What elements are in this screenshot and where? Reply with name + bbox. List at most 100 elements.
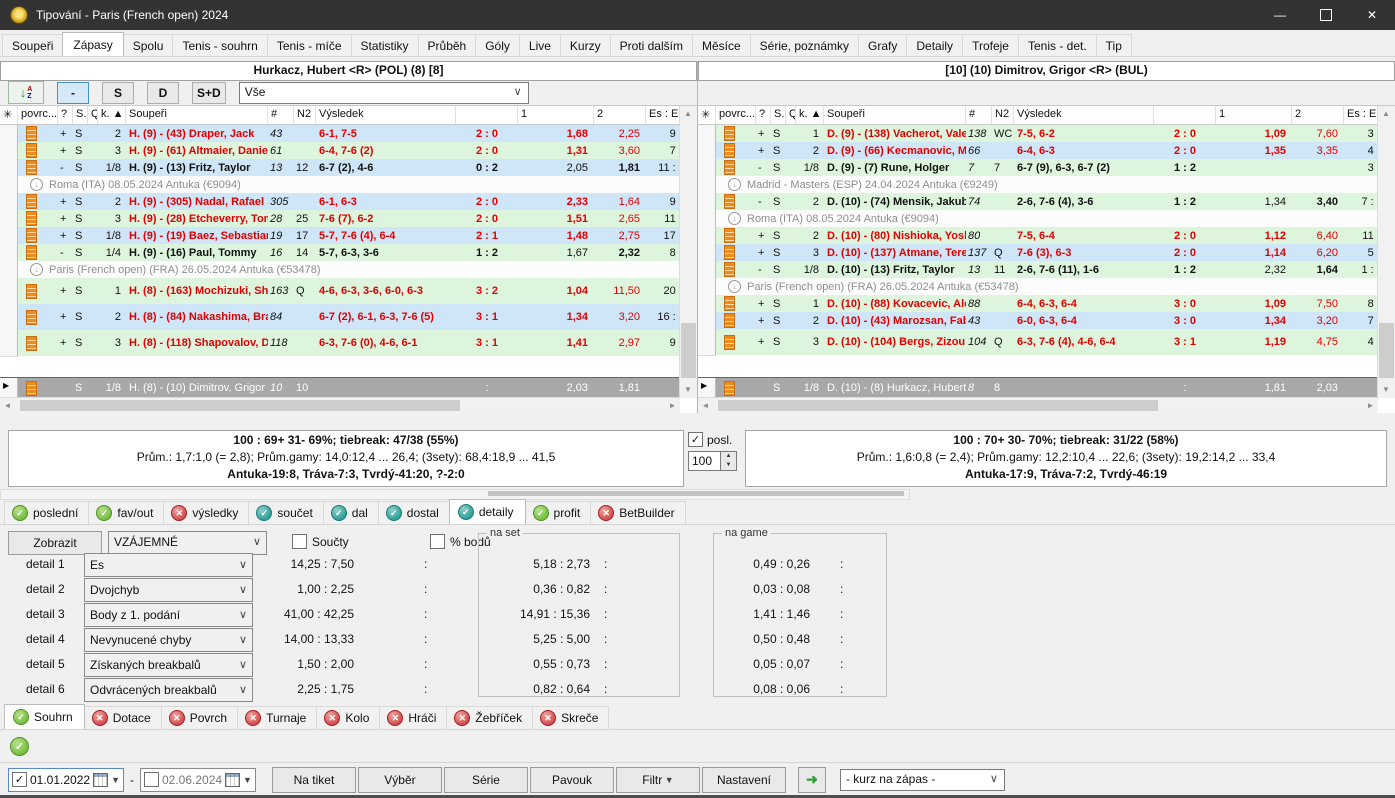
tab-betbuilder[interactable]: ✕BetBuilder: [590, 501, 685, 524]
tab-tenis-souhrn[interactable]: Tenis - souhrn: [172, 34, 267, 56]
sort-az-button[interactable]: ↓ AZ: [8, 81, 44, 104]
column-header-n2[interactable]: N2: [294, 106, 316, 124]
column-header-[interactable]: ✳: [0, 106, 18, 124]
tab-v-sledky[interactable]: ✕výsledky: [163, 501, 249, 524]
tournament-group-row[interactable]: ↓Paris (French open) (FRA) 26.05.2024 An…: [698, 278, 1378, 295]
collapse-group-icon[interactable]: ↓: [728, 178, 741, 191]
tab-skre-e[interactable]: ✕Skreče: [532, 706, 609, 729]
column-header-s[interactable]: S.: [73, 106, 88, 124]
tab-dal[interactable]: ✓dal: [323, 501, 379, 524]
right-h-scroll-thumb[interactable]: [718, 400, 1158, 411]
column-header-q[interactable]: Q: [786, 106, 796, 124]
tab-povrch[interactable]: ✕Povrch: [161, 706, 238, 729]
show-button[interactable]: Zobrazit: [8, 531, 102, 555]
left-v-scrollbar[interactable]: ▲ ▼: [679, 106, 697, 398]
tab-fav-out[interactable]: ✓fav/out: [88, 501, 164, 524]
recent-count-value[interactable]: 100: [688, 451, 721, 471]
sums-checkbox[interactable]: [292, 534, 307, 549]
column-header-[interactable]: ✳: [698, 106, 716, 124]
match-row[interactable]: +S1D. (9) - (138) Vacherot, Valentin138W…: [698, 125, 1378, 142]
tab-dotace[interactable]: ✕Dotace: [84, 706, 162, 729]
right-h-scrollbar[interactable]: ◄ ►: [698, 397, 1378, 413]
tab-sou-et[interactable]: ✓součet: [248, 501, 323, 524]
close-button[interactable]: ✕: [1349, 0, 1395, 30]
tab-tip[interactable]: Tip: [1096, 34, 1132, 56]
tab-statistiky[interactable]: Statistiky: [351, 34, 419, 56]
column-header-2[interactable]: 2: [1292, 106, 1344, 124]
match-row[interactable]: +S1D. (10) - (88) Kovacevic, Aleksandar8…: [698, 295, 1378, 312]
scroll-left-icon[interactable]: ◄: [0, 398, 15, 413]
odds-type-select[interactable]: - kurz na zápas - ∨: [840, 769, 1005, 791]
column-header-q[interactable]: Q: [88, 106, 98, 124]
na-tiket-button[interactable]: Na tiket: [272, 767, 356, 793]
tab-eb-ek[interactable]: ✕Žebříček: [446, 706, 533, 729]
column-header-blank[interactable]: [1154, 106, 1216, 124]
detail-metric-select[interactable]: Body z 1. podání∨: [84, 603, 253, 627]
segment-s-d[interactable]: S+D: [192, 82, 226, 104]
match-row[interactable]: +S2H. (9) - (305) Nadal, Rafael3056-1, 6…: [0, 193, 680, 210]
date-from-field[interactable]: ✓ 01.01.2022 ▼: [8, 768, 124, 792]
left-h-scrollbar[interactable]: ◄ ►: [0, 397, 680, 413]
left-v-scroll-thumb[interactable]: [681, 323, 696, 378]
maximize-button[interactable]: [1303, 0, 1349, 30]
right-v-scroll-thumb[interactable]: [1379, 323, 1394, 378]
column-header-[interactable]: ?: [58, 106, 73, 124]
send-to-ticket-button[interactable]: ➜: [798, 767, 826, 793]
pavouk-button[interactable]: Pavouk: [530, 767, 614, 793]
tournament-group-row[interactable]: ↓Madrid - Masters (ESP) 24.04.2024 Antuk…: [698, 176, 1378, 193]
detail-metric-select[interactable]: Získaných breakbalů∨: [84, 653, 253, 677]
tab-spolu[interactable]: Spolu: [123, 34, 174, 56]
match-row[interactable]: +S3D. (10) - (104) Bergs, Zizou104Q6-3, …: [698, 329, 1378, 355]
match-row[interactable]: +S3H. (8) - (118) Shapovalov, Denis1186-…: [0, 330, 680, 356]
v-b-r-button[interactable]: Výběr: [358, 767, 442, 793]
collapse-group-icon[interactable]: ↓: [30, 178, 43, 191]
detail-metric-select[interactable]: Es∨: [84, 553, 253, 577]
match-row[interactable]: -S1/8D. (10) - (13) Fritz, Taylor13112-6…: [698, 261, 1378, 278]
tab-grafy[interactable]: Grafy: [858, 34, 907, 56]
tab-detaily[interactable]: ✓detaily: [449, 499, 526, 524]
column-header-n2[interactable]: N2: [992, 106, 1014, 124]
column-header-2[interactable]: 2: [594, 106, 646, 124]
column-header-soupe-i[interactable]: Soupeři: [824, 106, 966, 124]
column-header-1[interactable]: 1: [518, 106, 594, 124]
segment-[interactable]: -: [57, 82, 89, 104]
column-header-s[interactable]: S.: [771, 106, 786, 124]
tournament-group-row[interactable]: ↓Roma (ITA) 08.05.2024 Antuka (€9094): [0, 176, 680, 193]
right-v-scrollbar[interactable]: ▲ ▼: [1377, 106, 1395, 398]
tab-s-rie-pozn-mky[interactable]: Série, poznámky: [750, 34, 859, 56]
scroll-up-icon[interactable]: ▲: [680, 106, 696, 122]
mode-select[interactable]: VZÁJEMNÉ ∨: [108, 531, 267, 555]
column-header-[interactable]: ?: [756, 106, 771, 124]
detail-metric-select[interactable]: Odvrácených breakbalů∨: [84, 678, 253, 702]
match-row[interactable]: -S1/8D. (9) - (7) Rune, Holger776-7 (9),…: [698, 159, 1378, 176]
pct-checkbox[interactable]: [430, 534, 445, 549]
tab-turnaje[interactable]: ✕Turnaje: [237, 706, 317, 729]
tab-tenis-det[interactable]: Tenis - det.: [1018, 34, 1097, 56]
collapse-group-icon[interactable]: ↓: [728, 280, 741, 293]
tab-dostal[interactable]: ✓dostal: [378, 501, 450, 524]
segment-s[interactable]: S: [102, 82, 134, 104]
date-from-checkbox[interactable]: ✓: [12, 772, 27, 787]
chevron-down-icon[interactable]: ▼: [243, 775, 252, 785]
scroll-down-icon[interactable]: ▼: [680, 382, 696, 398]
collapse-group-icon[interactable]: ↓: [30, 263, 43, 276]
tab-soupe-i[interactable]: Soupeři: [2, 34, 63, 56]
minimize-button[interactable]: —: [1257, 0, 1303, 30]
column-header-[interactable]: #: [268, 106, 294, 124]
tab-tenis-m-e[interactable]: Tenis - míče: [267, 34, 352, 56]
scroll-left-icon[interactable]: ◄: [698, 398, 713, 413]
scroll-right-icon[interactable]: ►: [1363, 398, 1378, 413]
tournament-group-row[interactable]: ↓Roma (ITA) 08.05.2024 Antuka (€9094): [698, 210, 1378, 227]
detail-metric-select[interactable]: Dvojchyb∨: [84, 578, 253, 602]
column-header-v-sledek[interactable]: Výsledek: [316, 106, 456, 124]
match-row[interactable]: +S2D. (9) - (66) Kecmanovic, Miomir666-4…: [698, 142, 1378, 159]
tab-z-pasy[interactable]: Zápasy: [62, 32, 123, 56]
calendar-icon[interactable]: [225, 773, 240, 787]
tab-detaily[interactable]: Detaily: [906, 34, 963, 56]
nastaven-button[interactable]: Nastavení: [702, 767, 786, 793]
match-row[interactable]: +S2H. (8) - (84) Nakashima, Brandon846-7…: [0, 304, 680, 330]
filtr-button[interactable]: Filtr ▼: [616, 767, 700, 793]
column-header-povrc[interactable]: povrc...: [716, 106, 756, 124]
tournament-group-row[interactable]: ↓Paris (French open) (FRA) 26.05.2024 An…: [0, 261, 680, 278]
tab-g-ly[interactable]: Góly: [475, 34, 520, 56]
